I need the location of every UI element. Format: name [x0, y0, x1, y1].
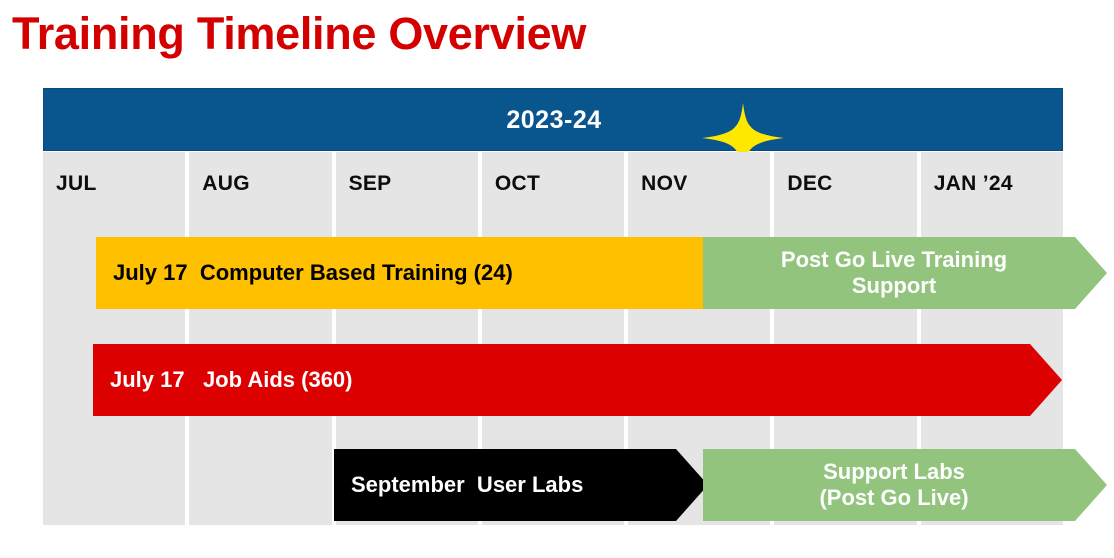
- timeline-bar-label: Support Labs (Post Go Live): [819, 459, 969, 510]
- timeline-bar-label: Post Go Live Training Support: [780, 247, 1008, 298]
- timeline-bar-post-go-live-training-support: Post Go Live Training Support: [703, 237, 1107, 309]
- training-timeline: 2023-24 JUL AUG SEP OCT NOV DEC JAN ’24 …: [43, 88, 1063, 525]
- year-header-bar: 2023-24: [43, 88, 1063, 151]
- timeline-bar-job-aids: July 17 Job Aids (360): [93, 344, 1062, 416]
- timeline-bars: July 17 Computer Based Training (24) Pos…: [43, 152, 1063, 525]
- timeline-bar-support-labs: Support Labs (Post Go Live): [703, 449, 1107, 521]
- timeline-bar-label: July 17 Computer Based Training (24): [113, 260, 513, 286]
- year-label: 2023-24: [506, 106, 602, 134]
- page-title: Training Timeline Overview: [12, 8, 587, 59]
- timeline-bar-label: September User Labs: [351, 472, 584, 498]
- timeline-bar-computer-based-training: July 17 Computer Based Training (24): [96, 237, 757, 309]
- timeline-bar-user-labs: September User Labs: [334, 449, 708, 521]
- timeline-bar-label: July 17 Job Aids (360): [110, 367, 353, 393]
